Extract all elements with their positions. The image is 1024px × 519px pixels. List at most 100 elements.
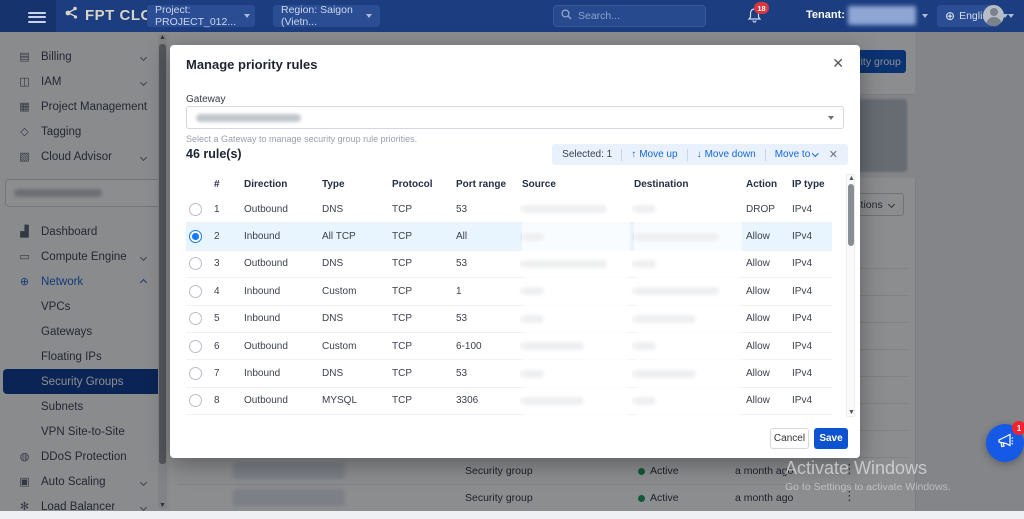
modal-title: Manage priority rules [186, 57, 317, 72]
rules-table-header: #DirectionTypeProtocolPort rangeSourceDe… [186, 172, 832, 196]
chevron-down-icon [244, 14, 250, 18]
rules-table-body: 1OutboundDNSTCP53DROPIPv42InboundAll TCP… [186, 196, 832, 415]
table-scroll-thumb[interactable] [848, 184, 854, 246]
rule-cell: Outbound [244, 395, 322, 406]
search-input[interactable] [578, 10, 688, 22]
chevron-down-icon [812, 150, 818, 156]
source-redacted [522, 233, 544, 241]
rule-radio-cell [186, 203, 214, 216]
column-header--: # [214, 179, 244, 190]
move-to-label: Move to [775, 149, 811, 160]
rule-destination-cell [634, 287, 746, 295]
manage-priority-rules-modal: Manage priority rules ✕ Gateway Select a… [170, 45, 860, 458]
rule-cell: 4 [214, 286, 244, 297]
rule-cell: 6 [214, 341, 244, 352]
chevron-down-icon[interactable] [922, 14, 928, 18]
rule-cell: TCP [392, 341, 456, 352]
rule-source-cell [522, 315, 634, 323]
column-header-direction: Direction [244, 179, 322, 190]
rule-row[interactable]: 7InboundDNSTCP53AllowIPv4 [186, 360, 832, 387]
rule-radio-cell [186, 257, 214, 270]
rule-radio-button[interactable] [189, 312, 202, 325]
rule-radio-button[interactable] [189, 230, 202, 243]
source-redacted [522, 205, 607, 213]
rules-table: #DirectionTypeProtocolPort rangeSourceDe… [186, 172, 832, 415]
rule-radio-cell [186, 230, 214, 243]
rule-destination-cell [634, 315, 746, 323]
rule-action-cell: Allow [746, 231, 792, 242]
destination-redacted [634, 205, 656, 213]
rule-action-cell: DROP [746, 204, 792, 215]
rule-row[interactable]: 8OutboundMYSQLTCP3306AllowIPv4 [186, 388, 832, 415]
rule-cell: Inbound [244, 313, 322, 324]
tenant-label: Tenant: [806, 9, 845, 21]
rule-cell: 7 [214, 368, 244, 379]
destination-redacted [634, 260, 656, 268]
move-up-button[interactable]: ↑ Move up [631, 149, 677, 160]
rule-action-cell: Allow [746, 341, 792, 352]
rule-row[interactable]: 2InboundAll TCPTCPAllAllowIPv4 [186, 223, 832, 250]
rule-radio-cell [186, 394, 214, 407]
rule-cell: 53 [456, 368, 522, 379]
rule-radio-cell [186, 285, 214, 298]
rule-row[interactable]: 6OutboundCustomTCP6-100AllowIPv4 [186, 333, 832, 360]
rule-iptype-cell: IPv4 [792, 341, 832, 352]
source-redacted [522, 342, 584, 350]
column-header-action: Action [746, 179, 792, 190]
rule-cell: 53 [456, 204, 522, 215]
rule-radio-button[interactable] [189, 367, 202, 380]
gateway-helper-text: Select a Gateway to manage security grou… [186, 134, 417, 144]
rule-radio-button[interactable] [189, 203, 202, 216]
rule-destination-cell [634, 233, 746, 241]
arrow-down-icon: ↓ [697, 149, 702, 160]
rule-cell: Custom [322, 341, 392, 352]
rule-cell: DNS [322, 204, 392, 215]
clear-selection-icon[interactable]: ✕ [829, 148, 838, 161]
gateway-select[interactable] [186, 106, 844, 129]
cancel-button[interactable]: Cancel [770, 428, 809, 449]
rule-cell: TCP [392, 368, 456, 379]
source-redacted [522, 287, 544, 295]
destination-redacted [634, 397, 656, 405]
rule-radio-button[interactable] [189, 394, 202, 407]
project-selector[interactable]: Project: PROJECT_012... [147, 5, 255, 27]
source-redacted [522, 370, 544, 378]
rule-iptype-cell: IPv4 [792, 231, 832, 242]
hamburger-menu-icon[interactable] [28, 9, 46, 23]
rule-destination-cell [634, 342, 746, 350]
rule-radio-button[interactable] [189, 257, 202, 270]
rule-cell: TCP [392, 258, 456, 269]
region-selector-label: Region: Saigon (Vietn... [281, 4, 358, 28]
rule-iptype-cell: IPv4 [792, 204, 832, 215]
rule-cell: Inbound [244, 368, 322, 379]
rule-radio-button[interactable] [189, 340, 202, 353]
rule-row[interactable]: 1OutboundDNSTCP53DROPIPv4 [186, 196, 832, 223]
save-button[interactable]: Save [814, 428, 848, 449]
rule-iptype-cell: IPv4 [792, 286, 832, 297]
rule-cell: DNS [322, 313, 392, 324]
rule-cell: Outbound [244, 258, 322, 269]
fab-badge: 1 [1012, 421, 1024, 435]
rule-row[interactable]: 3OutboundDNSTCP53AllowIPv4 [186, 251, 832, 278]
rule-cell: 53 [456, 313, 522, 324]
region-selector[interactable]: Region: Saigon (Vietn... [273, 5, 380, 27]
scroll-up-icon[interactable]: ▲ [847, 175, 856, 182]
move-down-button[interactable]: ↓ Move down [697, 149, 756, 160]
rule-row[interactable]: 5InboundDNSTCP53AllowIPv4 [186, 306, 832, 333]
user-menu[interactable] [983, 5, 1014, 26]
rule-source-cell [522, 260, 634, 268]
modal-close-icon[interactable]: ✕ [828, 53, 848, 74]
rule-radio-button[interactable] [189, 285, 202, 298]
move-to-dropdown[interactable]: Move to [775, 149, 818, 160]
megaphone-icon [996, 432, 1014, 455]
rule-action-cell: Allow [746, 286, 792, 297]
rule-cell: Custom [322, 286, 392, 297]
scroll-down-icon[interactable]: ▼ [847, 409, 856, 416]
tenant-value-redacted[interactable] [848, 6, 916, 25]
rule-row[interactable]: 4InboundCustomTCP1AllowIPv4 [186, 278, 832, 305]
global-search[interactable] [553, 5, 706, 27]
source-redacted [522, 260, 607, 268]
table-scrollbar[interactable]: ▲ ▼ [846, 174, 855, 417]
rule-cell: MYSQL [322, 395, 392, 406]
rule-destination-cell [634, 370, 746, 378]
